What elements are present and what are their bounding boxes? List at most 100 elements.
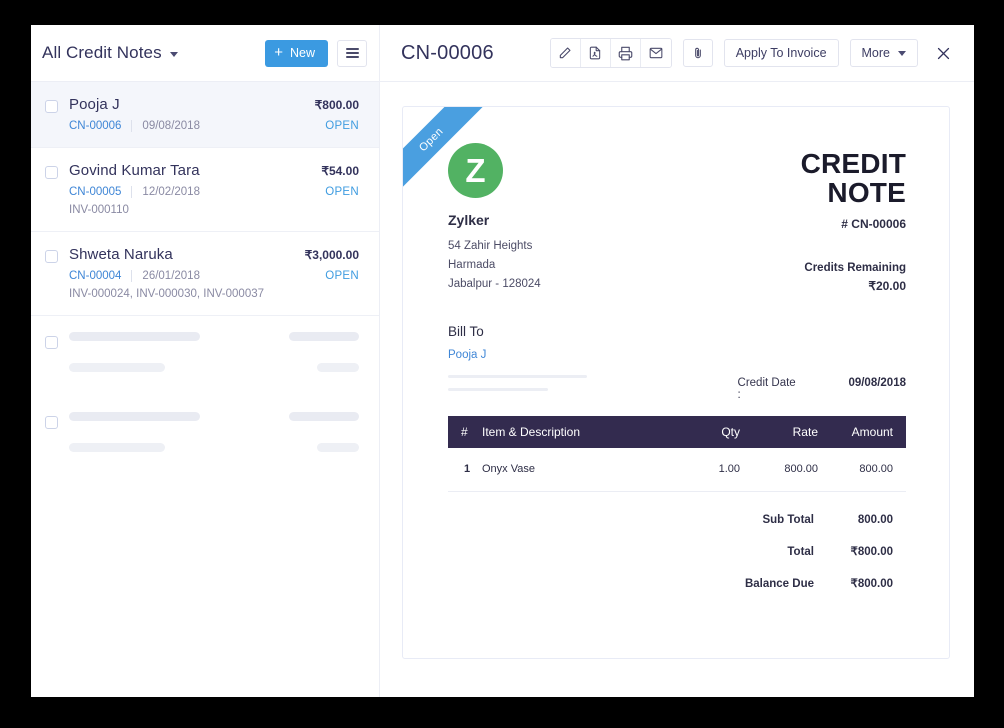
- table-header: # Item & Description Qty Rate Amount: [448, 416, 906, 448]
- bill-to-address-placeholder: [448, 375, 738, 391]
- row-checkbox[interactable]: [45, 100, 58, 113]
- credit-note-preview: Open Z Zylker 54 Zahir Heights Harmada J…: [380, 82, 974, 697]
- totals-block: Sub Total 800.00 Total ₹800.00 Balance D…: [448, 514, 906, 608]
- document-title: CREDIT NOTE: [800, 148, 906, 209]
- edit-button[interactable]: [550, 39, 581, 67]
- list-menu-button[interactable]: [337, 39, 367, 67]
- organization-name: Zylker: [448, 212, 490, 228]
- placeholder-bar: [448, 375, 587, 378]
- cell-rate: 800.00: [740, 448, 818, 492]
- status-badge: OPEN: [325, 120, 359, 132]
- address-line-1: 54 Zahir Heights: [448, 240, 533, 252]
- list-item[interactable]: Govind Kumar Tara ₹54.00 CN-00005 12/02/…: [31, 148, 379, 232]
- column-header-qty: Qty: [678, 416, 740, 448]
- document-number: # CN-00006: [841, 216, 906, 231]
- row-invoice-refs: INV-000110: [69, 204, 129, 216]
- list-item[interactable]: Pooja J ₹800.00 CN-00006 09/08/2018 OPEN: [31, 82, 379, 148]
- more-label: More: [861, 46, 890, 60]
- bill-to-customer[interactable]: Pooja J: [448, 349, 486, 361]
- organization-block: Z Zylker 54 Zahir Heights Harmada Jabalp…: [448, 143, 727, 294]
- row-checkbox[interactable]: [45, 416, 58, 429]
- row-date: 09/08/2018: [142, 120, 200, 132]
- paperclip-icon: [694, 47, 701, 59]
- placeholder-line: [69, 412, 359, 421]
- row-invoice-refs: INV-000024, INV-000030, INV-000037: [69, 288, 265, 300]
- list-item-placeholder: [31, 388, 379, 468]
- row-customer-name: Govind Kumar Tara: [69, 162, 200, 179]
- document-action-group: [549, 38, 672, 68]
- app-window: All Credit Notes + New CN-00006 Apply To…: [31, 25, 974, 697]
- attachment-button[interactable]: [682, 39, 713, 67]
- list-header: All Credit Notes + New: [31, 25, 380, 81]
- detail-header: CN-00006 Apply To Invoice More: [380, 25, 974, 81]
- total-row-balance-due: Balance Due ₹800.00: [664, 576, 906, 590]
- document-header: Z Zylker 54 Zahir Heights Harmada Jabalp…: [448, 143, 906, 294]
- column-header-amount: Amount: [818, 416, 906, 448]
- placeholder-bar: [289, 412, 359, 421]
- row-checkbox[interactable]: [45, 336, 58, 349]
- total-label: Sub Total: [762, 514, 814, 526]
- row-credit-note-number[interactable]: CN-00004: [69, 270, 121, 282]
- divider: [131, 120, 133, 132]
- print-icon: [618, 46, 633, 60]
- placeholder-bar: [69, 363, 165, 372]
- row-credit-note-number[interactable]: CN-00005: [69, 186, 121, 198]
- detail-title: CN-00006: [401, 41, 494, 64]
- address-line-3: Jabalpur - 128024: [448, 278, 541, 290]
- hamburger-icon: [345, 48, 359, 58]
- list-filter-dropdown[interactable]: All Credit Notes: [42, 43, 178, 63]
- status-ribbon-label: Open: [416, 125, 446, 154]
- credit-notes-list: Pooja J ₹800.00 CN-00006 09/08/2018 OPEN: [31, 82, 380, 697]
- new-button[interactable]: + New: [265, 39, 328, 67]
- page-title: All Credit Notes: [42, 43, 162, 62]
- placeholder-line: [69, 363, 359, 372]
- table-header-row: # Item & Description Qty Rate Amount: [448, 416, 906, 448]
- cell-index: 1: [448, 448, 482, 492]
- row-credit-note-number[interactable]: CN-00006: [69, 120, 121, 132]
- total-value: ₹800.00: [850, 546, 894, 558]
- column-header-item: Item & Description: [482, 416, 678, 448]
- print-button[interactable]: [610, 39, 641, 67]
- table-body: 1 Onyx Vase 1.00 800.00 800.00: [448, 448, 906, 492]
- chevron-down-icon: [898, 51, 906, 56]
- total-row-total: Total ₹800.00: [664, 544, 906, 558]
- logo-letter: Z: [465, 152, 486, 189]
- row-amount: ₹3,000.00: [304, 248, 359, 262]
- column-header-index: #: [448, 416, 482, 448]
- cell-item: Onyx Vase: [482, 448, 678, 492]
- organization-address: 54 Zahir Heights Harmada Jabalpur - 1280…: [448, 237, 727, 294]
- divider: [131, 270, 133, 282]
- body: Pooja J ₹800.00 CN-00006 09/08/2018 OPEN: [31, 82, 974, 697]
- total-value: 800.00: [857, 514, 893, 526]
- apply-to-invoice-button[interactable]: Apply To Invoice: [723, 39, 839, 67]
- row-amount: ₹54.00: [321, 164, 359, 178]
- placeholder-bar: [317, 363, 359, 372]
- email-icon: [649, 47, 663, 59]
- status-badge: OPEN: [325, 186, 359, 198]
- row-customer-name: Pooja J: [69, 96, 120, 113]
- row-date: 12/02/2018: [142, 186, 200, 198]
- placeholder-line: [69, 443, 359, 452]
- pdf-file-icon: [590, 46, 601, 60]
- credits-remaining-value: ₹20.00: [868, 278, 906, 293]
- document-title-block: CREDIT NOTE # CN-00006 Credits Remaining…: [727, 143, 906, 294]
- address-line-2: Harmada: [448, 259, 496, 271]
- close-button[interactable]: [931, 41, 955, 65]
- cell-amount: 800.00: [818, 448, 906, 492]
- pdf-button[interactable]: [580, 39, 611, 67]
- row-checkbox[interactable]: [45, 166, 58, 179]
- total-value: ₹800.00: [850, 578, 894, 590]
- email-button[interactable]: [640, 39, 671, 67]
- placeholder-bar: [69, 443, 165, 452]
- credit-note-document: Open Z Zylker 54 Zahir Heights Harmada J…: [402, 106, 950, 659]
- top-bar: All Credit Notes + New CN-00006 Apply To…: [31, 25, 974, 82]
- placeholder-bar: [69, 332, 200, 341]
- credits-remaining-label: Credits Remaining: [804, 261, 906, 274]
- list-item[interactable]: Shweta Naruka ₹3,000.00 CN-00004 26/01/2…: [31, 232, 379, 316]
- credit-date-block: Credit Date : 09/08/2018: [738, 375, 906, 401]
- total-label: Balance Due: [744, 578, 814, 590]
- more-button[interactable]: More: [849, 39, 918, 67]
- edit-pencil-icon: [559, 47, 571, 59]
- row-checkbox[interactable]: [45, 250, 58, 263]
- placeholder-bar: [317, 443, 359, 452]
